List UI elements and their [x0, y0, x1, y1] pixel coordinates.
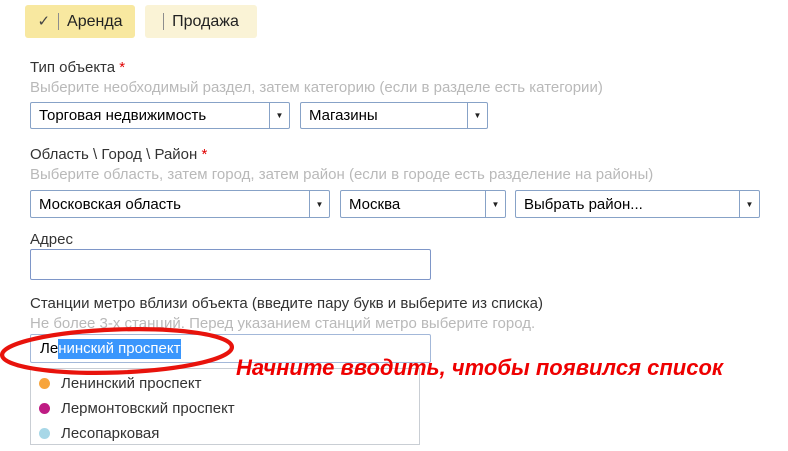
metro-suggestion-label: Лермонтовский проспект	[61, 400, 235, 417]
metro-suggestion-item[interactable]: Лермонтовский проспект	[31, 396, 419, 421]
address-input[interactable]	[30, 249, 431, 280]
region-select-value: Московская область	[31, 191, 309, 217]
address-label: Адрес	[30, 231, 73, 248]
dropdown-arrow-icon: ▼	[467, 103, 487, 128]
metro-suggestion-label: Лесопарковая	[61, 425, 159, 442]
tab-rent-label: Аренда	[67, 13, 123, 31]
section-select-value: Торговая недвижимость	[31, 103, 269, 128]
dropdown-arrow-icon: ▼	[309, 191, 329, 217]
metro-label: Станции метро вблизи объекта (введите па…	[30, 295, 543, 312]
handwritten-note: Начните вводить, чтобы появился список	[236, 355, 723, 381]
required-asterisk: *	[201, 146, 207, 163]
metro-line-color-dot	[39, 428, 50, 439]
metro-input-selected-text: нинский проспект	[58, 339, 180, 359]
location-label-text: Область \ Город \ Район	[30, 146, 197, 163]
metro-hint: Не более 3-х станций. Перед указанием ст…	[30, 315, 535, 332]
district-select[interactable]: Выбрать район... ▼	[515, 190, 760, 218]
metro-line-color-dot	[39, 378, 50, 389]
tab-rent[interactable]: ✓ Аренда	[25, 5, 135, 38]
tab-sale-label: Продажа	[172, 13, 239, 31]
tab-sale[interactable]: Продажа	[145, 5, 257, 38]
required-asterisk: *	[119, 59, 125, 76]
dropdown-arrow-icon: ▼	[485, 191, 505, 217]
metro-input-typed-text: Ле	[40, 340, 58, 357]
city-select[interactable]: Москва ▼	[340, 190, 506, 218]
category-select-value: Магазины	[301, 103, 467, 128]
region-select[interactable]: Московская область ▼	[30, 190, 330, 218]
metro-suggestion-label: Ленинский проспект	[61, 375, 202, 392]
section-select[interactable]: Торговая недвижимость ▼	[30, 102, 290, 129]
location-label: Область \ Город \ Район *	[30, 146, 207, 163]
district-select-value: Выбрать район...	[516, 191, 739, 217]
dropdown-arrow-icon: ▼	[739, 191, 759, 217]
category-select[interactable]: Магазины ▼	[300, 102, 488, 129]
metro-line-color-dot	[39, 403, 50, 414]
metro-suggestion-item[interactable]: Лесопарковая	[31, 421, 419, 446]
tab-separator	[58, 13, 59, 30]
dropdown-arrow-icon: ▼	[269, 103, 289, 128]
location-hint: Выберите область, затем город, затем рай…	[30, 166, 653, 183]
listing-form: ✓ Аренда Продажа Тип объекта * Выберите …	[0, 0, 788, 451]
city-select-value: Москва	[341, 191, 485, 217]
object-type-label: Тип объекта *	[30, 59, 125, 76]
object-type-hint: Выберите необходимый раздел, затем катег…	[30, 79, 603, 96]
check-icon: ✓	[37, 14, 50, 29]
object-type-label-text: Тип объекта	[30, 59, 115, 76]
tab-separator	[163, 13, 164, 30]
